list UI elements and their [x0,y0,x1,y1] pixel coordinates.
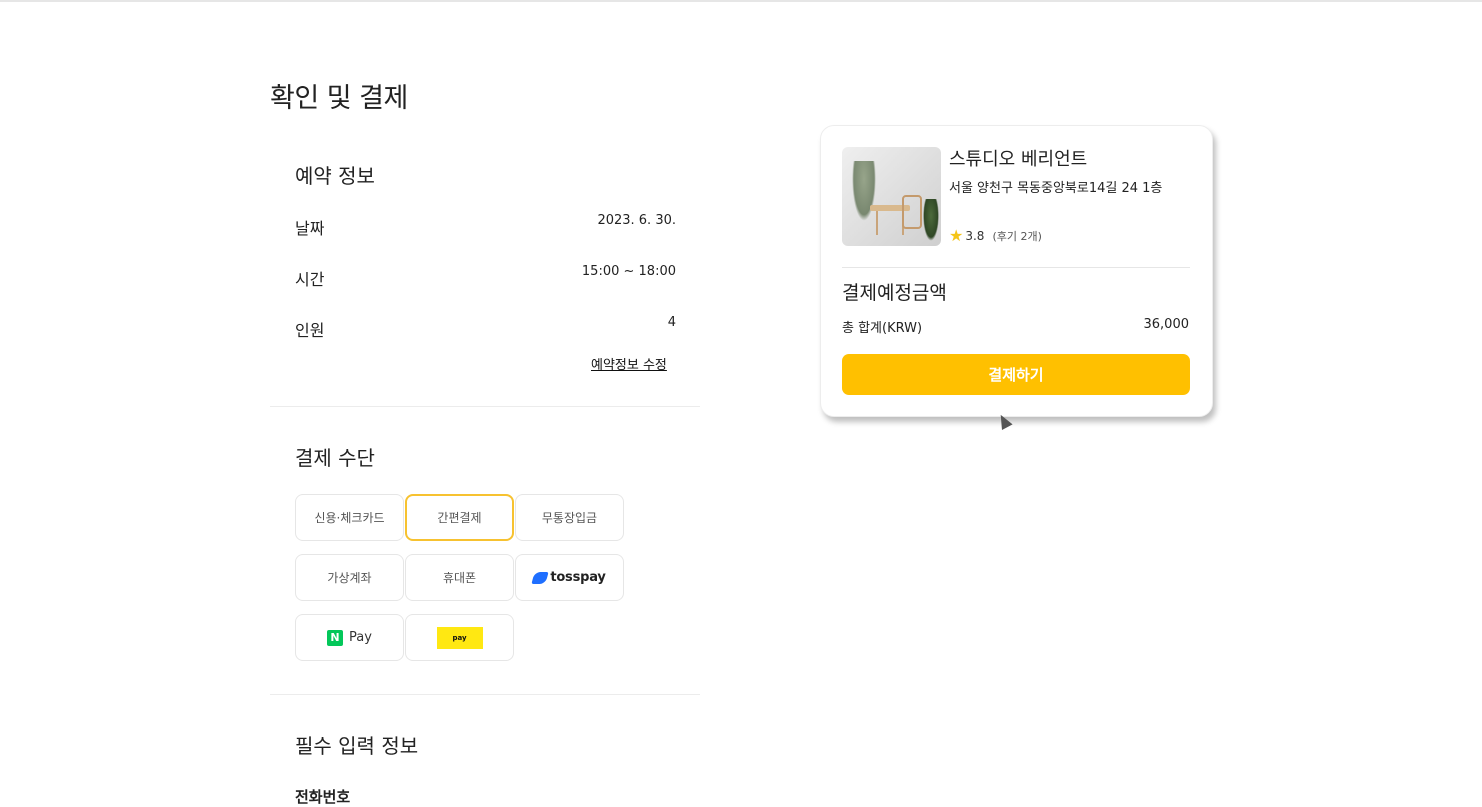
toss-icon [531,571,549,584]
amount-title: 결제예정금액 [842,282,947,304]
section-divider [270,406,700,407]
pay-method-bank-transfer[interactable]: 무통장입금 [515,494,624,541]
edit-reservation-link[interactable]: 예약정보 수정 [591,354,667,373]
pay-method-virtual-account-label: 가상계좌 [327,571,372,585]
pay-method-card[interactable]: 신용·체크카드 [295,494,404,541]
time-label: 시간 [295,270,325,289]
people-value: 4 [667,315,676,330]
rating-value: 3.8 [965,229,985,243]
review-count: (후기 2개) [992,230,1042,243]
pay-method-phone[interactable]: 휴대폰 [405,554,514,601]
rating: ★ 3.8 (후기 2개) [949,228,1042,244]
total-value: 36,000 [1143,317,1190,332]
studio-thumbnail [842,147,941,246]
naver-pay-label: Pay [349,630,372,645]
studio-address: 서울 양천구 목동중앙북로14길 24 1층 [949,181,1163,196]
section-divider [270,694,700,695]
pay-method-card-label: 신용·체크카드 [314,511,385,525]
time-value: 15:00 ~ 18:00 [581,264,676,279]
pay-method-naver-pay[interactable]: N Pay [295,614,404,661]
star-icon: ★ [949,226,964,245]
tosspay-label: tosspay [550,570,606,585]
card-divider [842,267,1190,268]
pay-method-easy-pay-label: 간편결제 [437,511,482,525]
naver-pay-icon: N [327,629,344,646]
pay-method-tosspay[interactable]: tosspay [515,554,624,601]
pay-method-phone-label: 휴대폰 [442,571,477,585]
pay-method-kakao-pay[interactable]: pay [405,614,514,661]
top-border [0,0,1482,2]
pay-method-virtual-account[interactable]: 가상계좌 [295,554,404,601]
required-section-title: 필수 입력 정보 [295,734,419,758]
summary-card: 스튜디오 베리언트 서울 양천구 목동중앙북로14길 24 1층 ★ 3.8 (… [820,125,1213,417]
payment-section-title: 결제 수단 [295,446,375,470]
date-value: 2023. 6. 30. [597,213,676,228]
kakao-pay-label: pay [452,633,467,642]
studio-name: 스튜디오 베리언트 [949,149,1088,170]
pay-button[interactable]: 결제하기 [842,354,1190,395]
reservation-section-title: 예약 정보 [295,164,375,188]
kakao-pay-icon: pay [436,626,483,649]
phone-label: 전화번호 [295,788,351,806]
date-label: 날짜 [295,219,325,238]
total-label: 총 합계(KRW) [842,321,923,336]
page-title: 확인 및 결제 [270,83,408,114]
people-label: 인원 [295,321,325,340]
pay-method-bank-transfer-label: 무통장입금 [541,511,598,525]
pay-method-easy-pay[interactable]: 간편결제 [405,494,514,541]
